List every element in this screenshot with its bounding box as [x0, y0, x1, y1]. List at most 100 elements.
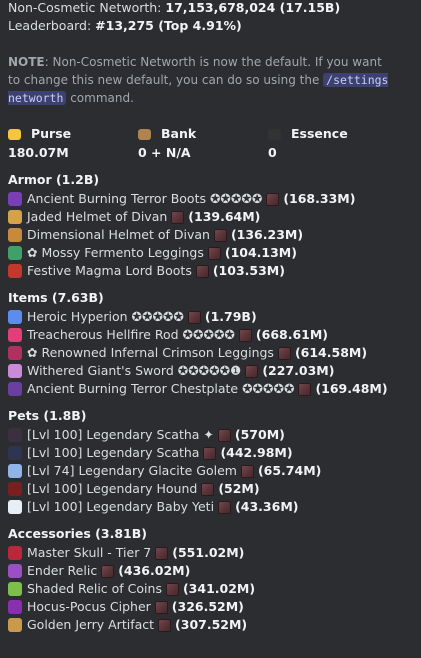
chestplate-icon [8, 382, 22, 396]
item-value: (227.03M) [262, 363, 335, 378]
stat-value: 180.07M [8, 145, 69, 160]
item-value: (103.53M) [212, 263, 285, 278]
accessories-title: Accessories (3.81B) [8, 526, 147, 541]
networth-cube-icon [155, 546, 169, 560]
item-value: (436.02M) [118, 563, 191, 578]
accessories-section: Accessories (3.81B) Master Skull - Tier 7… [8, 525, 413, 634]
helmet-icon [8, 210, 22, 224]
list-item: Treacherous Hellfire Rod ✪✪✪✪✪ (668.61M) [8, 326, 413, 344]
item-value: (570M) [234, 427, 285, 442]
list-item: Withered Giant's Sword ✪✪✪✪✪❶ (227.03M) [8, 362, 413, 380]
list-item: ✿ Mossy Fermento Leggings (104.13M) [8, 244, 413, 262]
stat-purse: Purse 180.07M [8, 125, 138, 162]
item-value: (104.13M) [224, 245, 297, 260]
sword-icon [8, 310, 22, 324]
item-name: [Lvl 100] Legendary Scatha [27, 445, 200, 460]
item-value: (307.52M) [175, 617, 248, 632]
networth-line: Non-Cosmetic Networth: 17,153,678,024 (1… [8, 0, 413, 17]
networth-cube-icon [238, 328, 252, 342]
stat-essence: Essence 0 [268, 125, 398, 162]
list-item: [Lvl 100] Legendary Scatha (442.98M) [8, 444, 413, 462]
leaderboard-line: Leaderboard: #13,275 (Top 4.91%) [8, 17, 413, 35]
list-item: Hocus-Pocus Cipher (326.52M) [8, 598, 413, 616]
list-item: [Lvl 100] Legendary Hound (52M) [8, 480, 413, 498]
cipher-icon [8, 600, 22, 614]
stat-bank: Bank 0 + N/A [138, 125, 268, 162]
item-name: Hocus-Pocus Cipher [27, 599, 151, 614]
list-item: Master Skull - Tier 7 (551.02M) [8, 544, 413, 562]
item-value: (668.61M) [255, 327, 329, 342]
item-name: Ancient Burning Terror Boots ✪✪✪✪✪ [27, 191, 263, 206]
networth-cube-icon [101, 564, 115, 578]
networth-cube-icon [213, 228, 227, 242]
stat-header: Purse [8, 125, 138, 143]
note-message: NOTE: Non-Cosmetic Networth is now the d… [8, 53, 413, 107]
boots-icon [8, 192, 22, 206]
relic-icon [8, 564, 22, 578]
networth-cube-icon [165, 582, 179, 596]
networth-cube-icon [217, 428, 231, 442]
item-name: Golden Jerry Artifact [27, 617, 155, 632]
networth-cube-icon [298, 382, 312, 396]
gold-bar-icon [8, 128, 21, 140]
note-label: NOTE [8, 55, 45, 69]
networth-label: Non-Cosmetic Networth: [8, 0, 162, 15]
stat-label: Bank [161, 126, 197, 141]
item-value: (136.23M) [230, 227, 304, 242]
yeti-icon [8, 500, 22, 514]
leggings-icon [8, 246, 22, 260]
networth-cube-icon [240, 464, 254, 478]
items-section: Items (7.63B) Heroic Hyperion ✪✪✪✪✪ (1.79B… [8, 289, 413, 398]
stat-header: Bank [138, 125, 268, 143]
item-name: Festive Magma Lord Boots [27, 263, 192, 278]
item-name: [Lvl 100] Legendary Hound [27, 481, 198, 496]
item-name: Heroic Hyperion ✪✪✪✪✪ [27, 309, 184, 324]
list-item: [Lvl 100] Legendary Scatha ✦ (570M) [8, 426, 413, 444]
item-value: (1.79B) [204, 309, 257, 324]
scatha-icon [8, 446, 22, 460]
chest-icon [138, 128, 151, 140]
item-value: (551.02M) [172, 545, 245, 560]
golem-icon [8, 464, 22, 478]
sword-icon [8, 364, 22, 378]
item-name: Withered Giant's Sword ✪✪✪✪✪❶ [27, 363, 242, 378]
networth-cube-icon [171, 210, 185, 224]
item-name: [Lvl 100] Legendary Baby Yeti [27, 499, 215, 514]
item-name: ✿ Mossy Fermento Leggings [27, 245, 204, 260]
items-title: Items (7.63B) [8, 290, 104, 305]
item-value: (341.02M) [182, 581, 256, 596]
list-item: Jaded Helmet of Divan (139.64M) [8, 208, 413, 226]
wither-essence-icon [268, 128, 281, 140]
networth-cube-icon [201, 482, 215, 496]
pets-title: Pets (1.8B) [8, 408, 87, 423]
item-value: (169.48M) [315, 381, 388, 396]
rod-icon [8, 328, 22, 342]
list-item: ✿ Renowned Infernal Crimson Leggings (614… [8, 344, 413, 362]
relic-icon [8, 582, 22, 596]
item-name: Ender Relic [27, 563, 98, 578]
item-name: Jaded Helmet of Divan [27, 209, 168, 224]
list-item: Ancient Burning Terror Chestplate ✪✪✪✪✪ (… [8, 380, 413, 398]
note-text-end: command. [66, 91, 134, 105]
stat-value: 0 + N/A [138, 145, 191, 160]
networth-cube-icon [218, 500, 232, 514]
networth-cube-icon [245, 364, 259, 378]
list-item: Heroic Hyperion ✪✪✪✪✪ (1.79B) [8, 308, 413, 326]
artifact-icon [8, 618, 22, 632]
skull-icon [8, 546, 22, 560]
item-name: Dimensional Helmet of Divan [27, 227, 210, 242]
networth-value: 17,153,678,024 (17.15B) [165, 0, 341, 15]
inventory-sections: Armor (1.2B) Ancient Burning Terror Boots… [8, 171, 413, 634]
networth-cube-icon [203, 446, 217, 460]
networth-cube-icon [154, 600, 168, 614]
leggings-icon [8, 346, 22, 360]
networth-cube-icon [266, 192, 280, 206]
list-item: Ancient Burning Terror Boots ✪✪✪✪✪ (168.3… [8, 190, 413, 208]
stat-label: Purse [31, 126, 72, 141]
list-item: Dimensional Helmet of Divan (136.23M) [8, 226, 413, 244]
list-item: Ender Relic (436.02M) [8, 562, 413, 580]
item-value: (614.58M) [294, 345, 368, 360]
leaderboard-value: #13,275 (Top 4.91%) [95, 18, 242, 33]
hound-icon [8, 482, 22, 496]
stat-header: Essence [268, 125, 398, 143]
